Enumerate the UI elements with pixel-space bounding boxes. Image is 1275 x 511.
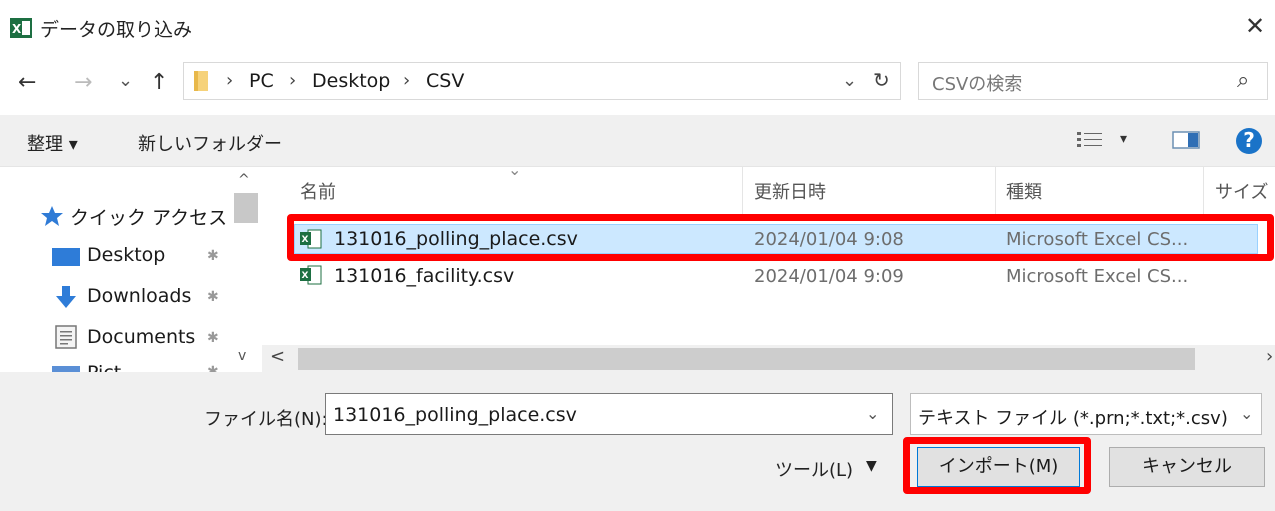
up-arrow-icon[interactable]: ↑ <box>150 72 168 94</box>
scroll-up-icon[interactable]: ^ <box>238 172 250 188</box>
search-icon[interactable]: ⌕ <box>1237 68 1249 93</box>
scroll-down-icon[interactable]: v <box>238 348 246 364</box>
breadcrumb-separator: › <box>226 70 234 91</box>
file-name[interactable]: 131016_facility.csv <box>334 265 514 287</box>
scroll-right-icon[interactable]: › <box>1266 346 1273 367</box>
preview-pane-icon[interactable] <box>1172 130 1200 150</box>
filetype-dropdown-icon[interactable]: ⌄ <box>1240 404 1253 423</box>
filename-label: ファイル名(N): <box>204 409 328 430</box>
svg-text:X: X <box>302 271 309 281</box>
address-dropdown-icon[interactable]: ⌄ <box>842 70 857 91</box>
column-divider[interactable] <box>1203 167 1204 215</box>
highlight-box-selected-file <box>287 214 1274 261</box>
new-folder-button[interactable]: 新しいフォルダー <box>138 130 282 156</box>
file-type: Microsoft Excel CS... <box>1006 266 1189 287</box>
sidebar-item-pictures[interactable]: Pict <box>87 362 121 372</box>
navigation-scroll-thumb[interactable] <box>234 193 258 223</box>
folder-icon <box>194 71 208 91</box>
sidebar-item-quick-access[interactable]: クイック アクセス <box>70 203 227 230</box>
pin-icon: ✱ <box>207 364 219 372</box>
pin-icon: ✱ <box>207 289 219 305</box>
view-options-caret-icon[interactable]: ▾ <box>1120 131 1127 147</box>
column-divider[interactable] <box>995 167 996 215</box>
back-arrow-icon[interactable]: ← <box>18 72 36 94</box>
sidebar-item-documents[interactable]: Documents <box>87 326 195 348</box>
close-icon[interactable]: ✕ <box>1245 14 1265 38</box>
scroll-left-icon[interactable]: < <box>270 346 285 367</box>
column-header-type[interactable]: 種類 <box>1006 178 1042 204</box>
pin-icon: ✱ <box>207 330 219 346</box>
sidebar-item-desktop[interactable]: Desktop <box>87 244 165 266</box>
column-divider[interactable] <box>742 167 743 215</box>
search-placeholder: CSVの検索 <box>932 74 1023 95</box>
sort-indicator-icon: ⌄ <box>508 160 522 179</box>
sidebar-item-pictures-clip: Pict ✱ <box>0 362 232 372</box>
breadcrumb-desktop[interactable]: Desktop <box>312 70 390 92</box>
pin-icon: ✱ <box>207 248 219 264</box>
filename-value[interactable]: 131016_polling_place.csv <box>333 404 577 426</box>
help-glyph: ? <box>1243 128 1255 152</box>
horizontal-scroll-thumb[interactable] <box>298 348 1195 370</box>
cancel-button[interactable]: キャンセル <box>1109 447 1265 487</box>
csv-file-icon: X <box>300 265 322 285</box>
excel-icon: X <box>10 18 32 38</box>
highlight-box-import-button <box>903 437 1091 494</box>
refresh-icon[interactable]: ↻ <box>873 68 890 92</box>
view-options-icon[interactable] <box>1076 130 1104 150</box>
recent-locations-icon[interactable]: ⌄ <box>118 70 133 92</box>
desktop-icon <box>52 248 80 266</box>
svg-text:X: X <box>12 22 22 36</box>
documents-icon <box>55 325 77 349</box>
organize-button[interactable]: 整理 ▾ <box>27 130 78 156</box>
download-icon <box>56 286 76 308</box>
filetype-value[interactable]: テキスト ファイル (*.prn;*.txt;*.csv) <box>918 404 1228 430</box>
breadcrumb-separator: › <box>289 70 297 91</box>
column-header-name[interactable]: 名前 <box>300 178 336 204</box>
tools-caret-icon[interactable]: ▼ <box>866 458 877 474</box>
forward-arrow-icon[interactable]: → <box>74 72 92 94</box>
column-header-modified[interactable]: 更新日時 <box>754 178 826 204</box>
sidebar-item-downloads[interactable]: Downloads <box>87 285 191 307</box>
file-modified: 2024/01/04 9:09 <box>754 266 904 287</box>
column-header-size[interactable]: サイズ <box>1215 178 1268 204</box>
breadcrumb-csv[interactable]: CSV <box>426 70 464 92</box>
tools-button[interactable]: ツール(L) <box>775 456 853 482</box>
breadcrumb-pc[interactable]: PC <box>249 70 274 92</box>
window-title: データの取り込み <box>40 19 193 41</box>
breadcrumb-separator: › <box>403 70 411 91</box>
filename-dropdown-icon[interactable]: ⌄ <box>866 404 879 423</box>
star-icon <box>41 206 63 226</box>
